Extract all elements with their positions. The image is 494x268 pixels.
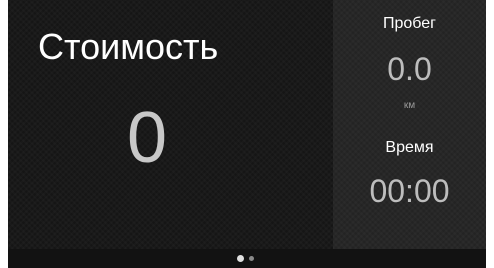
cost-value: 0	[126, 98, 168, 178]
mileage-label: Пробег	[382, 15, 436, 32]
mileage-value: 0.0	[387, 51, 432, 87]
time-label: Время	[385, 139, 434, 156]
time-value: 00:00	[369, 173, 450, 209]
page-dot-2[interactable]	[249, 255, 254, 261]
cost-label: Стоимость	[38, 26, 219, 67]
trip-info-panel: Пробег 0.0 км Время 00:00	[333, 0, 486, 249]
page-indicator[interactable]	[237, 254, 254, 262]
page-dot-1[interactable]	[237, 254, 244, 262]
taximeter-display: Стоимость 0 Пробег 0.0 км Время 00:00	[8, 0, 486, 268]
cost-panel: Стоимость 0	[8, 0, 333, 268]
screen: Стоимость 0 Пробег 0.0 км Время 00:00	[0, 0, 494, 268]
mileage-unit: км	[403, 100, 416, 111]
